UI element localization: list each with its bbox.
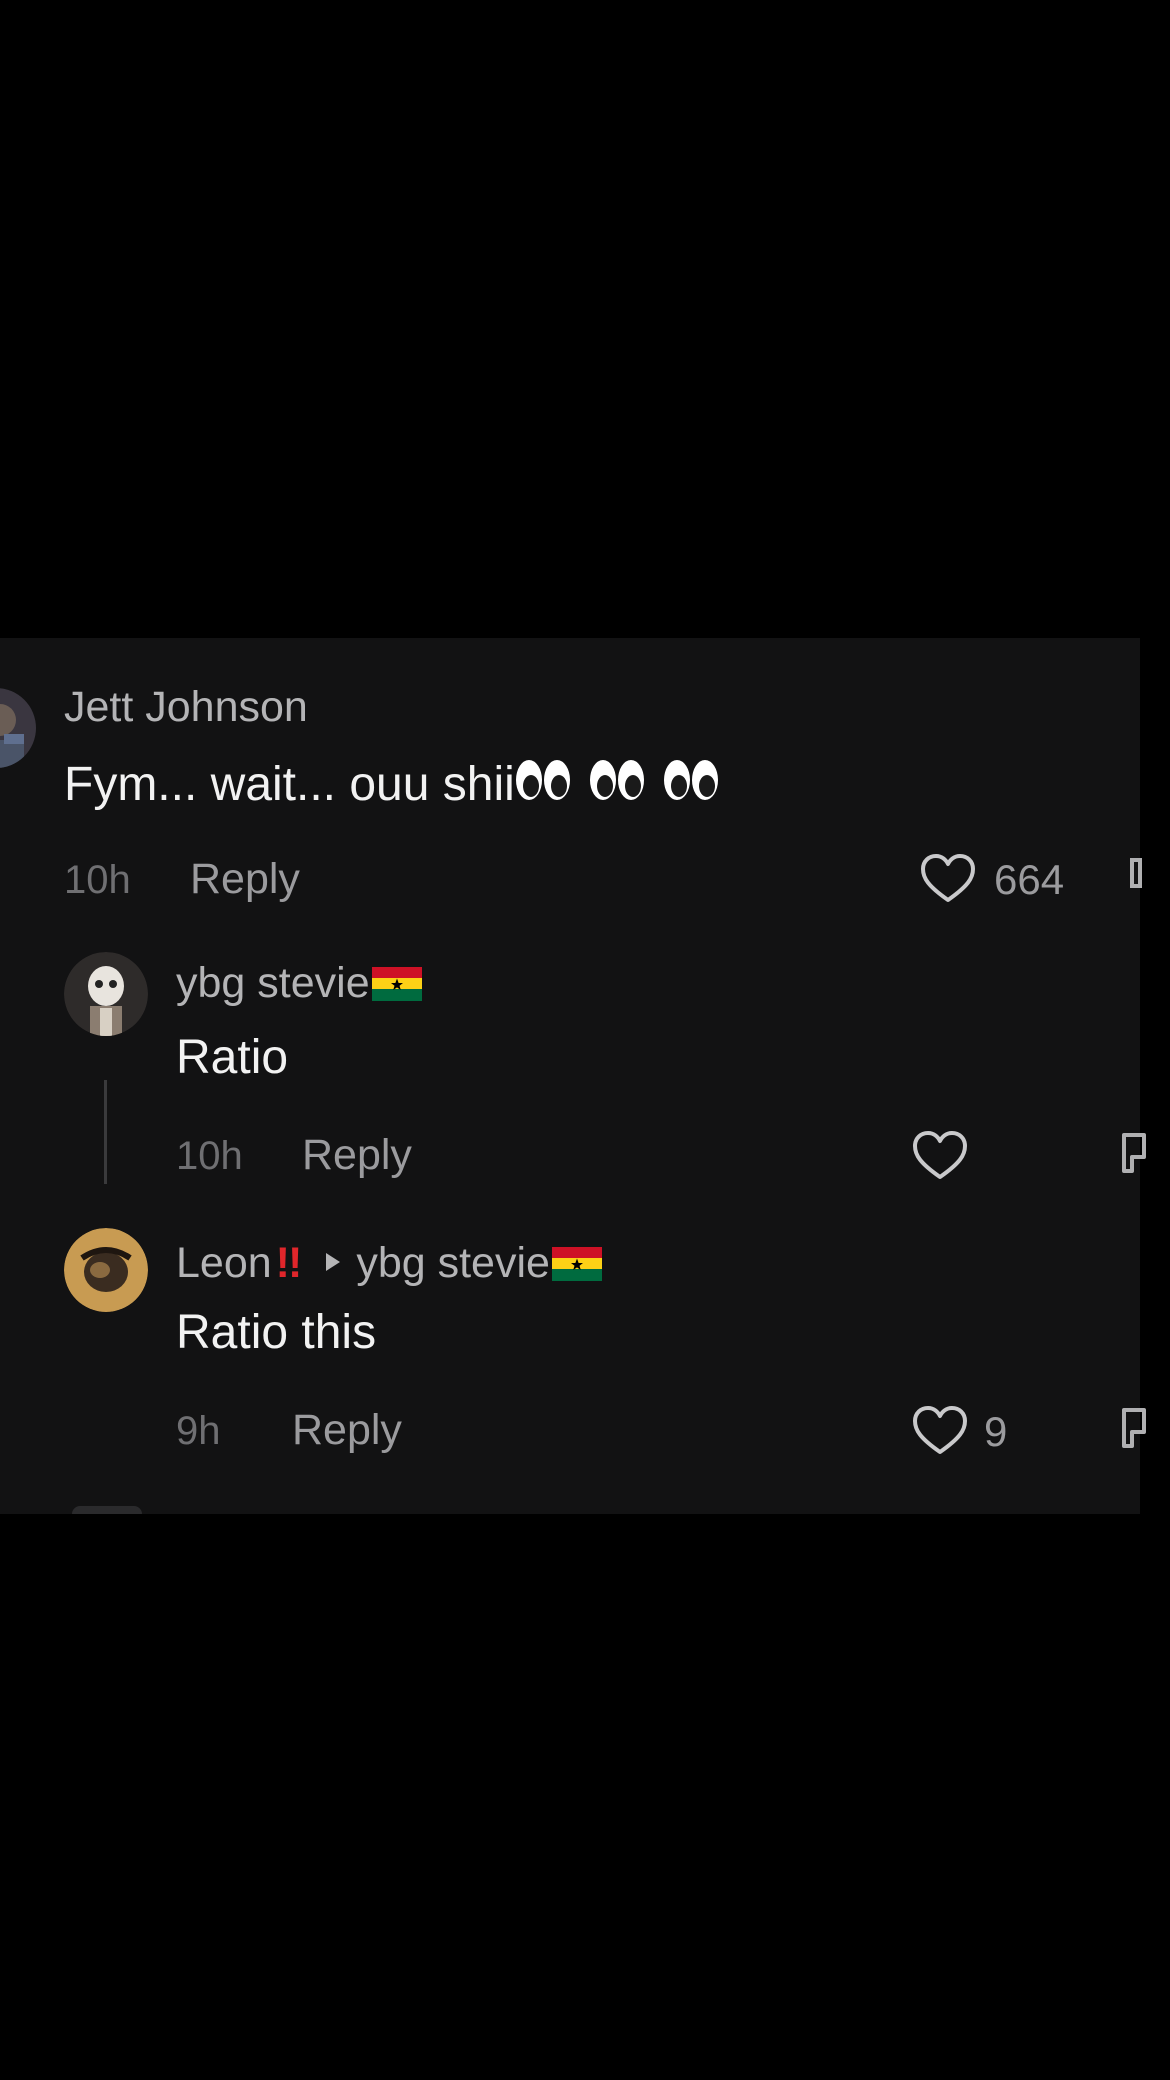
reply-button[interactable]: Reply (190, 854, 300, 904)
username-text: Leon (176, 1239, 272, 1287)
reply-to-username[interactable]: ybg stevie (356, 1239, 550, 1287)
thread-line (104, 1080, 107, 1184)
like-count: 9 (984, 1408, 1008, 1455)
comment-text: Ratio (176, 1031, 289, 1084)
heart-icon[interactable] (910, 1127, 970, 1187)
avatar-ybg-stevie[interactable] (64, 952, 148, 1036)
comment-body: Fym... wait... ouu shii (64, 758, 515, 811)
comment-text: Ratio this (176, 1306, 377, 1359)
comment-timestamp: 10h (176, 1134, 243, 1178)
comment-username[interactable]: ybg stevie (176, 958, 422, 1008)
heart-icon[interactable] (910, 1402, 970, 1462)
dislike-icon[interactable] (1118, 1406, 1158, 1456)
ghana-flag-icon (371, 962, 422, 1001)
heart-icon[interactable] (918, 850, 978, 910)
avatar-leon[interactable] (64, 1228, 148, 1312)
screenshot-page: Jett Johnson Fym... wait... ouu shii 10h… (0, 0, 1170, 2080)
comment-timestamp: 9h (176, 1409, 221, 1453)
next-comment-avatar (72, 1506, 142, 1514)
comment-username[interactable]: Leon!! ybg stevie (176, 1234, 602, 1288)
username-text: ybg stevie (176, 959, 370, 1007)
eyes-emoji-icon (515, 754, 735, 819)
comment-timestamp: 10h (64, 858, 131, 902)
dislike-icon[interactable] (1126, 856, 1166, 906)
ghana-flag-icon (551, 1242, 602, 1281)
reply-arrow-icon (324, 1234, 342, 1284)
dislike-icon[interactable] (1118, 1131, 1158, 1181)
comment-username[interactable]: Jett Johnson (64, 682, 308, 732)
reply-button[interactable]: Reply (292, 1405, 402, 1455)
double-exclamation-icon: !! (275, 1239, 303, 1287)
reply-button[interactable]: Reply (302, 1130, 412, 1180)
comment-text: Fym... wait... ouu shii (64, 754, 735, 819)
like-count: 664 (994, 856, 1065, 903)
